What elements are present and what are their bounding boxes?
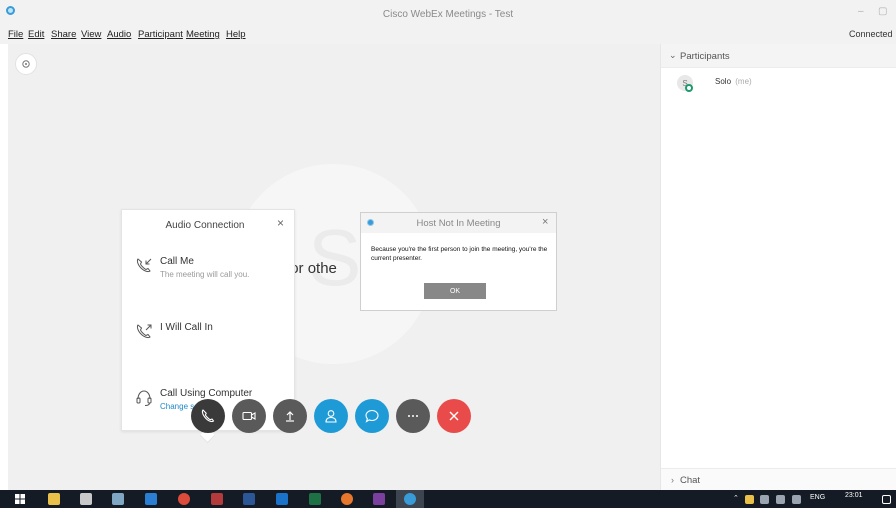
- right-panel: ⌄ Participants S Solo (me) › Chat: [660, 44, 896, 490]
- chevron-up-icon[interactable]: ⌃: [733, 494, 739, 502]
- input-language[interactable]: ENG: [810, 494, 825, 501]
- video-button[interactable]: [232, 399, 266, 433]
- presence-status-icon: [685, 84, 693, 92]
- tray-icon[interactable]: [760, 495, 769, 504]
- audio-option-call-in[interactable]: I Will Call In: [134, 322, 294, 342]
- participants-button[interactable]: [314, 399, 348, 433]
- leave-button[interactable]: [437, 399, 471, 433]
- file-explorer-icon[interactable]: [48, 493, 60, 505]
- chat-label: Chat: [680, 475, 701, 486]
- share-button[interactable]: [273, 399, 307, 433]
- menu-meeting[interactable]: Meeting: [186, 29, 220, 40]
- outlook-icon[interactable]: [276, 493, 288, 505]
- chevron-down-icon: ⌄: [669, 50, 677, 60]
- participants-label: Participants: [680, 51, 730, 62]
- access-icon[interactable]: [211, 493, 223, 505]
- headset-icon: [136, 390, 152, 406]
- phone-incoming-icon: [136, 258, 152, 273]
- window-title: Cisco WebEx Meetings - Test: [382, 9, 514, 20]
- windows-start-icon[interactable]: [15, 494, 25, 504]
- audio-option-label: Call Using Computer: [160, 388, 253, 399]
- audio-option-label: I Will Call In: [160, 322, 213, 333]
- webex-taskbar-icon[interactable]: [404, 493, 416, 505]
- tray-icon[interactable]: [745, 495, 754, 504]
- network-icon[interactable]: [776, 495, 785, 504]
- camera-icon: [242, 411, 256, 421]
- stage-settings-button[interactable]: [15, 53, 37, 75]
- internet-explorer-icon[interactable]: [145, 493, 157, 505]
- taskbar-app-icon[interactable]: [112, 493, 124, 505]
- chevron-right-icon: ›: [671, 475, 674, 485]
- menu-bar: File Edit Share View Audio Participant M…: [0, 24, 896, 44]
- participant-me-tag: (me): [735, 77, 752, 86]
- audio-option-label: Call Me: [160, 256, 194, 267]
- phone-outgoing-icon: [136, 324, 152, 339]
- menu-audio[interactable]: Audio: [107, 29, 131, 40]
- chat-bubble-icon: [365, 409, 379, 423]
- audio-panel-close-button[interactable]: ×: [277, 216, 284, 230]
- participant-name[interactable]: Solo (me): [715, 77, 752, 86]
- menu-edit[interactable]: Edit: [28, 29, 44, 40]
- onenote-icon[interactable]: [373, 493, 385, 505]
- chrome-icon[interactable]: [178, 493, 190, 505]
- volume-icon[interactable]: [792, 495, 801, 504]
- audio-option-sublabel: The meeting will call you.: [160, 270, 250, 279]
- firefox-icon[interactable]: [341, 493, 353, 505]
- audio-option-call-me[interactable]: Call Me The meeting will call you.: [134, 256, 294, 286]
- menu-share[interactable]: Share: [51, 29, 76, 40]
- audio-connection-panel: Audio Connection × Call Me The meeting w…: [121, 209, 295, 431]
- excel-icon[interactable]: [309, 493, 321, 505]
- menu-participant[interactable]: Participant: [138, 29, 183, 40]
- chat-button[interactable]: [355, 399, 389, 433]
- settings-icon: [22, 60, 30, 68]
- dialog-close-button[interactable]: ×: [542, 216, 548, 228]
- clock-time[interactable]: 23:01: [845, 492, 863, 499]
- person-icon: [325, 410, 337, 423]
- minimize-button[interactable]: –: [858, 6, 864, 17]
- dialog-message: Because you're the first person to join …: [371, 246, 548, 262]
- participants-panel-header[interactable]: ⌄ Participants: [661, 44, 896, 68]
- taskbar-app-icon[interactable]: [80, 493, 92, 505]
- dialog-title: Host Not In Meeting: [416, 218, 501, 229]
- host-not-in-meeting-dialog: Host Not In Meeting × Because you're the…: [360, 212, 557, 311]
- chat-panel-header[interactable]: › Chat: [661, 468, 896, 490]
- dialog-title-bar: Host Not In Meeting ×: [361, 213, 556, 233]
- connection-status: Connected: [849, 29, 893, 39]
- more-button[interactable]: [396, 399, 430, 433]
- word-icon[interactable]: [243, 493, 255, 505]
- phone-icon: [201, 409, 215, 423]
- windows-taskbar: ⌃ ENG 23:01: [0, 490, 896, 508]
- close-icon: [449, 411, 459, 421]
- ok-button[interactable]: OK: [424, 283, 486, 299]
- watermark-letter: S: [308, 213, 362, 302]
- maximize-button[interactable]: ▢: [878, 6, 887, 17]
- audio-panel-title: Audio Connection: [165, 220, 245, 231]
- menu-help[interactable]: Help: [226, 29, 246, 40]
- participant-name-text: Solo: [715, 77, 732, 86]
- menu-view[interactable]: View: [81, 29, 101, 40]
- upload-icon: [286, 411, 294, 422]
- audio-button[interactable]: [191, 399, 225, 433]
- menu-file[interactable]: File: [8, 29, 23, 40]
- title-bar: Cisco WebEx Meetings - Test – ▢: [0, 0, 896, 24]
- notification-icon[interactable]: [882, 495, 891, 504]
- more-icon: [408, 415, 418, 417]
